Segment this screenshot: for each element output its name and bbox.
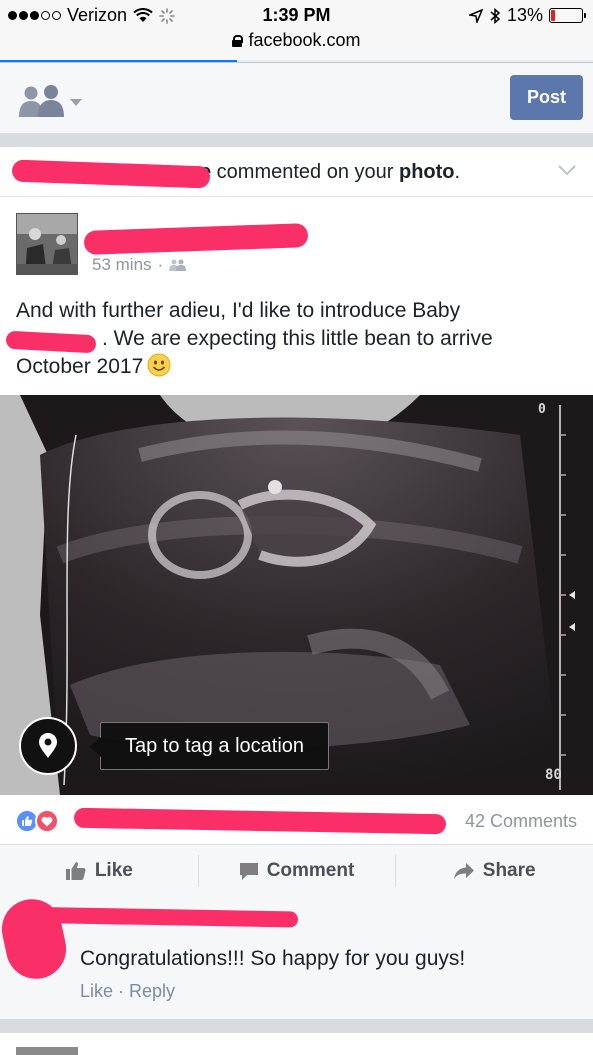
friends-privacy-icon: [169, 259, 187, 271]
post-timestamp[interactable]: 53 mins: [92, 255, 152, 275]
redaction-mark: [73, 807, 447, 835]
thumbs-up-icon: [65, 862, 86, 880]
comment-bubble-icon: [239, 862, 258, 880]
address-bar[interactable]: facebook.com: [0, 30, 593, 60]
battery-percent: 13%: [506, 5, 543, 25]
friends-icon[interactable]: [18, 85, 84, 119]
like-label: Like: [94, 860, 133, 881]
smiley-icon: [147, 353, 171, 377]
post-text-line: October 2017: [16, 353, 576, 381]
action-bar: Like Comment Share: [0, 845, 593, 897]
reactions-bar: 42 Comments: [0, 795, 593, 845]
meta-separator: ·: [157, 255, 164, 274]
share-label: Share: [482, 860, 536, 881]
feed-separator: [0, 133, 593, 147]
comment-actions: Like · Reply: [80, 981, 175, 1002]
comment-like-link[interactable]: Like: [80, 981, 113, 1001]
post-text: And with further adieu, I'd like to intr…: [16, 297, 576, 381]
comment-label: Comment: [266, 860, 355, 881]
notification-action: commented on your: [211, 161, 399, 183]
like-button[interactable]: Like: [0, 845, 198, 897]
status-bar: Verizon 1:39 PM 13%: [0, 0, 593, 30]
post-card: e commented on your photo. 53 mins · And…: [0, 147, 593, 1019]
share-arrow-icon: [453, 863, 474, 879]
notification-object[interactable]: photo: [399, 161, 455, 183]
reaction-icons[interactable]: [15, 809, 67, 833]
avatar-photo: [17, 214, 77, 274]
url-text: facebook.com: [248, 30, 361, 50]
post-text-line-content: . We are expecting this little bean to a…: [102, 327, 493, 350]
next-post-card: [0, 1033, 593, 1055]
composer-header: Post: [0, 63, 593, 133]
post-button[interactable]: Post: [510, 75, 583, 120]
lock-icon: [232, 35, 244, 47]
comment-reply-link[interactable]: Reply: [129, 981, 175, 1001]
author-avatar[interactable]: [16, 213, 78, 275]
comment-section: e Congratulations!!! So happy for you gu…: [0, 893, 593, 1019]
location-pin-button[interactable]: [19, 717, 77, 775]
post-photo[interactable]: 0 80 Tap to tag a location: [0, 395, 593, 795]
love-reaction-icon: [35, 809, 59, 833]
chevron-down-icon[interactable]: [557, 163, 577, 177]
share-button[interactable]: Share: [395, 845, 593, 897]
next-post-avatar[interactable]: [16, 1047, 78, 1055]
notification-header[interactable]: e commented on your photo.: [0, 147, 593, 197]
tag-location-tooltip[interactable]: Tap to tag a location: [89, 722, 330, 770]
comment-actions-separator: ·: [113, 981, 130, 1001]
location-arrow-icon: [468, 8, 483, 23]
status-right: 13%: [468, 5, 586, 26]
location-pin-icon: [39, 733, 57, 758]
feed-separator: [0, 1019, 593, 1033]
battery-level: [551, 10, 555, 21]
comment-text: Congratulations!!! So happy for you guys…: [80, 947, 466, 970]
redaction-mark: [83, 223, 309, 255]
post-text-line: . We are expecting this little bean to a…: [16, 325, 576, 353]
scale-bottom-label: 80: [545, 767, 562, 783]
scale-top-label: 0: [538, 402, 546, 417]
post-meta: 53 mins ·: [92, 255, 187, 275]
notification-suffix: .: [454, 161, 461, 183]
comment-button[interactable]: Comment: [197, 845, 396, 897]
comments-count[interactable]: 42 Comments: [465, 811, 577, 832]
bluetooth-icon: [490, 7, 501, 24]
battery-icon: [549, 8, 586, 23]
post-text-line: And with further adieu, I'd like to intr…: [16, 299, 461, 322]
post-text-line-content: October 2017: [16, 355, 144, 378]
